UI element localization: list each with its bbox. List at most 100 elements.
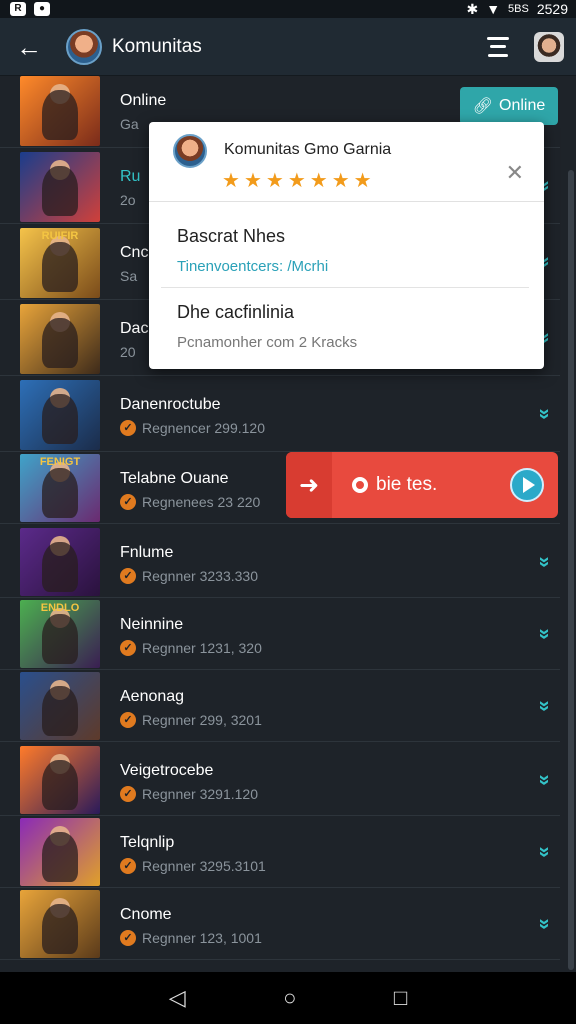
community-popup: Komunitas Gmo Garnia ★ ★ ★ ★ ★ ★ ★ ✕ Bascrat N… [149,122,544,369]
status-bar: R ● ✱ ▼ 5BS 2529 [0,0,576,18]
list-item[interactable]: Telqnlip ✓ Regnner 3295.3101 » [0,818,560,888]
expand-chevron-icon[interactable]: » [533,556,555,567]
filter-icon[interactable] [486,36,510,57]
expand-chevron-icon[interactable]: » [533,774,555,785]
close-icon[interactable]: ✕ [506,160,524,186]
popup-header: Komunitas Gmo Garnia ★ ★ ★ ★ ★ ★ ★ ✕ [149,122,544,202]
popup-item[interactable]: Dhe cacfinlinia Pcnamonher com 2 Kracks [161,288,529,364]
star-icon: ★ [222,170,240,192]
star-icon: ★ [353,170,372,192]
navigation-bar: ◁ ○ □ [0,972,576,1024]
list-item[interactable]: Aenonag ✓ Regnner 299, 3201 » [0,672,560,742]
expand-chevron-icon[interactable]: » [533,408,555,419]
list-item[interactable]: Danenroctube ✓ Regnencer 299.120 » [0,380,560,452]
list-item-title: Danenroctube [120,396,221,413]
bluetooth-icon: ✱ [466,0,479,17]
thumbnail-banner: RUIFIR [41,230,79,242]
scrollbar[interactable] [568,170,574,970]
thumbnail-banner: ENDLO [40,602,80,614]
list-item[interactable]: ENDLO Neinnine ✓ Regnner 1231, 320 » [0,600,560,670]
wifi-icon: ▼ [486,1,501,17]
game-thumbnail [20,304,100,374]
expand-chevron-icon[interactable]: » [533,846,555,857]
list-item-meta-text: Regnner 3291.120 [142,786,258,802]
back-nav-icon[interactable]: ◁ [169,985,186,1011]
game-thumbnail: ENDLO [20,600,100,668]
thumbnail-banner: FENIGT [39,456,81,468]
app-notification-icon: R [10,2,26,16]
game-thumbnail: RUIFIR [20,228,100,298]
user-avatar[interactable] [534,31,564,62]
list-item-meta-text: Regnner 3233.330 [142,568,258,584]
notification-icon: ● [34,2,50,16]
list-item-meta-text: Regnner 123, 1001 [142,930,262,946]
back-arrow-icon[interactable]: ← [16,34,42,60]
popup-item[interactable]: Bascrat Nhes Tinenvoentcers: /Mcrhi [161,212,529,288]
list-item-meta-text: 20 [120,344,136,360]
community-avatar[interactable] [66,28,102,65]
game-thumbnail [20,672,100,740]
list-item-title: Cnome [120,906,172,923]
expand-chevron-icon[interactable]: » [533,700,555,711]
star-icon: ★ [243,170,262,192]
signal-text: 5BS [508,3,529,15]
action-banner[interactable]: ➜ bie tes. [286,452,558,518]
star-icon: ★ [331,170,350,192]
popup-title: Komunitas Gmo Garnia [224,141,392,158]
list-item-meta: Sa [120,268,137,284]
star-icon: ★ [265,170,284,192]
member-icon: ✓ [120,420,136,436]
game-thumbnail [20,528,100,596]
rating-stars: ★ ★ ★ ★ ★ ★ ★ [222,168,372,193]
list-item[interactable]: Cnome ✓ Regnner 123, 1001 » [0,890,560,960]
list-item-title: Online [120,92,167,109]
member-icon: ✓ [120,786,136,802]
record-icon [352,477,368,493]
game-thumbnail [20,890,100,958]
list-item-meta: 20 [120,344,136,360]
game-thumbnail [20,818,100,886]
recents-icon[interactable]: □ [394,985,407,1011]
list-item-meta: 2o [120,192,136,208]
popup-item-title: Bascrat Nhes [177,226,286,246]
member-icon: ✓ [120,930,136,946]
home-icon[interactable]: ○ [283,985,296,1011]
popup-item-subtitle: Tinenvoentcers: /Mcrhi [177,258,329,275]
list-item-title: Telqnlip [120,834,175,851]
online-button[interactable]: 🔗︎ Online [460,87,558,125]
list-item-meta: ✓ Regnenees 23 220 [120,494,260,510]
list-item-meta: Ga [120,116,139,132]
list-item-meta: ✓ Regnencer 299.120 [120,420,265,436]
popup-avatar [173,134,207,168]
list-item[interactable]: Veigetrocebe ✓ Regnner 3291.120 » [0,746,560,816]
list-item-meta-text: Regnner 1231, 320 [142,640,262,656]
game-thumbnail: FENIGT [20,454,100,522]
list-item-title: Cnc [120,244,149,261]
member-icon: ✓ [120,712,136,728]
popup-item-subtitle: Pcnamonher com 2 Kracks [177,334,358,351]
list-item-meta-text: Sa [120,268,138,284]
list-item-meta-text: Ga [120,116,139,132]
forward-arrow-icon[interactable]: ➜ [286,452,332,518]
list-item-meta: ✓ Regnner 3295.3101 [120,858,266,874]
list-item-meta-text: Regnencer 299.120 [142,420,265,436]
list-item[interactable]: Fnlume ✓ Regnner 3233.330 » [0,528,560,598]
expand-chevron-icon[interactable]: » [533,918,555,929]
list-item-meta-text: Regnenees 23 220 [142,494,261,510]
star-icon: ★ [309,170,328,192]
list-item-meta-text: 2o [120,192,136,208]
expand-chevron-icon[interactable]: » [533,628,555,639]
member-icon: ✓ [120,858,136,874]
list-item-meta-text: Regnner 3295.3101 [142,858,266,874]
member-icon: ✓ [120,640,136,656]
play-icon[interactable] [510,468,544,502]
online-button-label: Online [499,97,546,114]
clock: 2529 [536,1,568,17]
list-item-title: Telabne Ouane [120,470,229,487]
link-icon: 🔗︎ [472,98,494,115]
list-item-title: Ru [120,168,141,185]
game-thumbnail [20,380,100,450]
list-item-title: Veigetrocebe [120,762,214,779]
game-thumbnail [20,746,100,814]
star-icon: ★ [287,170,306,192]
